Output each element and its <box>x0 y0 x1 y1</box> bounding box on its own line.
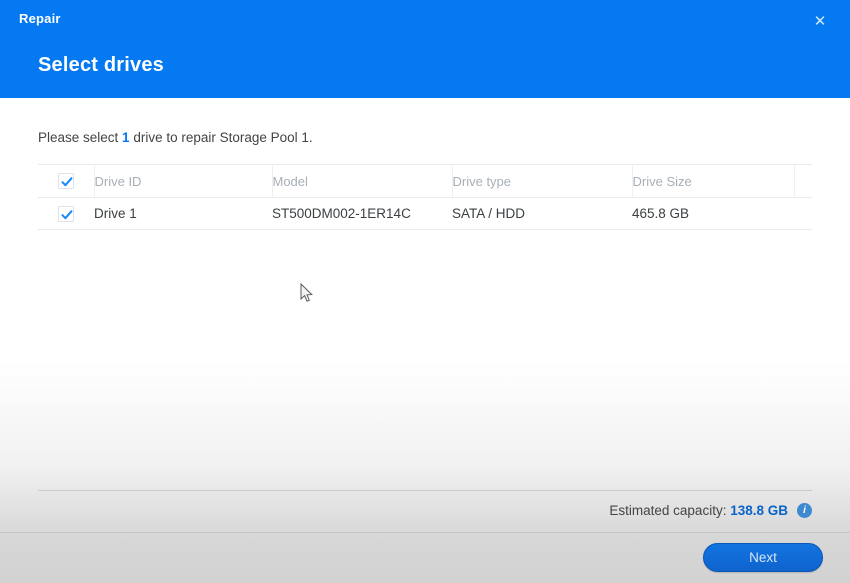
info-icon[interactable]: i <box>797 503 812 518</box>
footer-divider <box>0 532 850 533</box>
capacity-divider <box>38 490 812 491</box>
select-all-checkbox[interactable] <box>57 173 74 189</box>
instruction-text: Please select 1 drive to repair Storage … <box>38 130 313 145</box>
instruction-suffix: drive to repair Storage Pool 1. <box>129 130 313 145</box>
cell-drive-id: Drive 1 <box>94 197 272 230</box>
check-icon <box>61 209 73 219</box>
dialog-kicker-title: Repair <box>19 11 61 26</box>
dialog-header: Repair Select drives ✕ <box>0 0 850 98</box>
row-checkbox[interactable] <box>58 205 74 222</box>
close-icon[interactable]: ✕ <box>809 10 831 32</box>
instruction-count: 1 <box>122 130 130 145</box>
estimated-capacity-label: Estimated capacity: <box>609 503 731 518</box>
column-header-drive-type[interactable]: Drive type <box>452 164 633 198</box>
column-header-drive-size[interactable]: Drive Size <box>632 164 795 198</box>
column-header-drive-id[interactable]: Drive ID <box>94 164 273 198</box>
cell-model: ST500DM002-1ER14C <box>272 197 452 230</box>
estimated-capacity: Estimated capacity: 138.8 GB <box>609 503 788 518</box>
column-header-extra <box>794 164 812 198</box>
column-header-model[interactable]: Model <box>272 164 453 198</box>
instruction-prefix: Please select <box>38 130 123 145</box>
cell-drive-size: 465.8 GB <box>632 197 794 230</box>
drive-table-header: Drive ID Model Drive type Drive Size <box>38 164 812 198</box>
table-header-row: Drive ID Model Drive type Drive Size <box>38 164 812 198</box>
page-title: Select drives <box>38 54 165 76</box>
cell-extra <box>794 197 812 230</box>
dialog-body: Please select 1 drive to repair Storage … <box>0 98 850 583</box>
row-select-cell <box>38 197 94 230</box>
cell-drive-type: SATA / HDD <box>452 197 632 230</box>
drive-table-body: Drive 1 ST500DM002-1ER14C SATA / HDD 465… <box>38 197 812 230</box>
estimated-capacity-value: 138.8 GB <box>730 503 788 518</box>
select-all-cell <box>38 164 95 198</box>
drive-table: Drive ID Model Drive type Drive Size Dri… <box>38 164 812 230</box>
table-row[interactable]: Drive 1 ST500DM002-1ER14C SATA / HDD 465… <box>38 197 812 230</box>
next-button[interactable]: Next <box>703 543 823 572</box>
check-icon <box>61 177 73 187</box>
repair-wizard-dialog: Repair Select drives ✕ Please select 1 d… <box>0 0 850 583</box>
